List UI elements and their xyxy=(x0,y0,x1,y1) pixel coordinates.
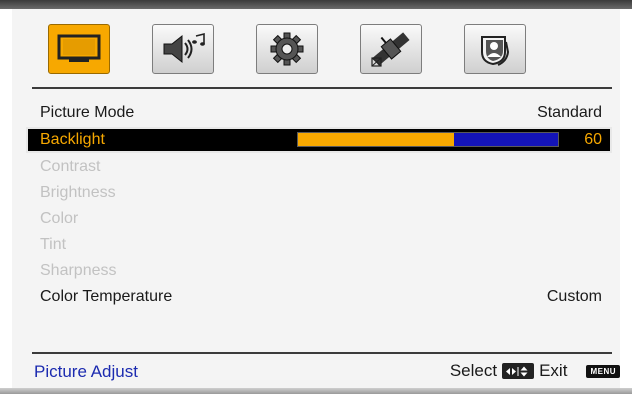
menu-item-label: Backlight xyxy=(40,131,105,148)
navigation-keys-icon xyxy=(502,363,535,379)
select-hint-label: Select xyxy=(449,361,498,380)
backlight-slider-fill xyxy=(298,133,454,146)
tab-picture[interactable] xyxy=(48,24,110,74)
menu-item-label: Contrast xyxy=(40,158,101,175)
footer-divider xyxy=(32,352,612,354)
menu-item-color: Color xyxy=(26,206,612,232)
menu-item-label: Sharpness xyxy=(40,262,117,279)
tv-icon xyxy=(57,34,101,64)
menu-item-label: Tint xyxy=(40,236,67,253)
gear-icon xyxy=(267,31,307,67)
footer-hints: Select Exit MENU xyxy=(450,361,620,381)
menu-item-tint: Tint xyxy=(26,232,612,258)
bottom-frame-bar xyxy=(0,388,632,394)
menu-item-backlight[interactable]: Backlight 60 xyxy=(26,127,612,153)
menu-item-value: 60 xyxy=(584,131,602,148)
menu-item-value: Custom xyxy=(546,288,602,305)
menu-item-contrast: Contrast xyxy=(26,154,612,180)
menu-item-label: Picture Mode xyxy=(40,104,135,121)
menu-item-label: Brightness xyxy=(40,184,116,201)
parental-lock-icon xyxy=(477,32,513,66)
exit-hint-label: Exit xyxy=(539,361,568,380)
tab-audio[interactable] xyxy=(152,24,214,74)
header-divider xyxy=(32,87,612,89)
menu-item-brightness: Brightness xyxy=(26,180,612,206)
menu-item-color-temperature[interactable]: Color Temperature Custom xyxy=(26,284,612,310)
top-frame-bar xyxy=(0,0,632,9)
satellite-icon xyxy=(369,30,413,68)
menu-item-label: Color xyxy=(40,210,79,227)
tab-lock[interactable] xyxy=(464,24,526,74)
section-title: Picture Adjust xyxy=(34,362,138,381)
menu-item-sharpness: Sharpness xyxy=(26,258,612,284)
menu-item-value: Standard xyxy=(537,104,602,121)
tab-setup[interactable] xyxy=(256,24,318,74)
backlight-slider[interactable] xyxy=(297,132,559,147)
menu-item-picture-mode[interactable]: Picture Mode Standard xyxy=(26,100,612,126)
speaker-music-icon xyxy=(160,32,206,66)
menu-key-icon: MENU xyxy=(586,364,620,378)
tab-channel[interactable] xyxy=(360,24,422,74)
menu-item-label: Color Temperature xyxy=(40,288,173,305)
